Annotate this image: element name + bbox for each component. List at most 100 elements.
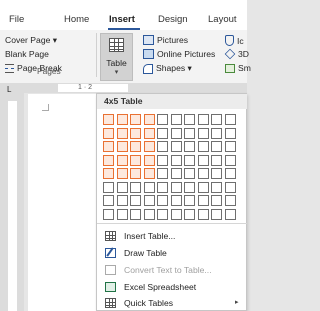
grid-cell[interactable] — [171, 141, 182, 152]
grid-cell[interactable] — [171, 155, 182, 166]
grid-cell[interactable] — [198, 114, 209, 125]
grid-cell-selected[interactable] — [144, 168, 155, 179]
grid-cell[interactable] — [130, 182, 141, 193]
grid-cell[interactable] — [225, 141, 236, 152]
grid-cell[interactable] — [198, 128, 209, 139]
grid-cell[interactable] — [184, 195, 195, 206]
grid-cell[interactable] — [198, 182, 209, 193]
grid-cell[interactable] — [211, 155, 222, 166]
smartart-button[interactable]: Sm — [225, 63, 251, 73]
blank-page-button[interactable]: Blank Page — [5, 49, 49, 154]
grid-cell[interactable] — [117, 209, 128, 220]
tab-home[interactable]: Home — [64, 14, 89, 25]
tab-insert[interactable]: Insert — [109, 14, 135, 25]
grid-cell[interactable] — [211, 128, 222, 139]
grid-cell[interactable] — [184, 168, 195, 179]
grid-cell[interactable] — [130, 195, 141, 206]
grid-cell-selected[interactable] — [130, 168, 141, 179]
grid-cell[interactable] — [184, 155, 195, 166]
grid-cell[interactable] — [103, 182, 114, 193]
grid-cell[interactable] — [171, 114, 182, 125]
grid-cell[interactable] — [184, 209, 195, 220]
online-pictures-button[interactable]: Online Pictures — [143, 49, 215, 59]
grid-cell[interactable] — [144, 195, 155, 206]
grid-cell[interactable] — [211, 114, 222, 125]
grid-cell[interactable] — [211, 209, 222, 220]
grid-cell[interactable] — [157, 155, 168, 166]
document-page[interactable] — [28, 94, 102, 311]
grid-cell[interactable] — [157, 209, 168, 220]
grid-cell[interactable] — [225, 128, 236, 139]
grid-cell[interactable] — [157, 182, 168, 193]
excel-spreadsheet-menu-item[interactable]: Excel Spreadsheet — [97, 279, 246, 295]
grid-cell-selected[interactable] — [130, 128, 141, 139]
grid-cell-selected[interactable] — [103, 141, 114, 152]
shapes-button[interactable]: Shapes ▾ — [143, 63, 192, 74]
grid-cell-selected[interactable] — [130, 141, 141, 152]
tab-layout[interactable]: Layout — [208, 14, 237, 25]
grid-cell[interactable] — [171, 195, 182, 206]
grid-cell-selected[interactable] — [103, 168, 114, 179]
grid-cell[interactable] — [144, 209, 155, 220]
grid-cell-selected[interactable] — [117, 155, 128, 166]
grid-cell[interactable] — [184, 141, 195, 152]
grid-cell[interactable] — [184, 114, 195, 125]
grid-cell[interactable] — [198, 209, 209, 220]
grid-cell[interactable] — [225, 155, 236, 166]
grid-cell[interactable] — [117, 182, 128, 193]
grid-cell[interactable] — [211, 182, 222, 193]
3d-models-button[interactable]: 3D — [224, 48, 249, 60]
grid-cell-selected[interactable] — [144, 114, 155, 125]
grid-cell[interactable] — [198, 168, 209, 179]
grid-cell[interactable] — [157, 114, 168, 125]
grid-cell[interactable] — [144, 182, 155, 193]
grid-cell-selected[interactable] — [144, 141, 155, 152]
grid-cell[interactable] — [225, 114, 236, 125]
grid-cell[interactable] — [211, 195, 222, 206]
tab-design[interactable]: Design — [158, 14, 188, 25]
grid-cell[interactable] — [198, 141, 209, 152]
grid-cell[interactable] — [184, 128, 195, 139]
grid-cell[interactable] — [117, 195, 128, 206]
grid-cell-selected[interactable] — [144, 155, 155, 166]
grid-cell[interactable] — [171, 209, 182, 220]
grid-cell-selected[interactable] — [130, 155, 141, 166]
grid-cell[interactable] — [157, 195, 168, 206]
table-button[interactable]: Table ▾ — [100, 33, 133, 81]
grid-cell[interactable] — [157, 168, 168, 179]
grid-cell-selected[interactable] — [117, 128, 128, 139]
grid-cell[interactable] — [225, 195, 236, 206]
draw-table-menu-item[interactable]: Draw Table — [97, 245, 246, 261]
grid-cell[interactable] — [198, 195, 209, 206]
grid-cell[interactable] — [211, 141, 222, 152]
grid-cell[interactable] — [171, 182, 182, 193]
tab-file[interactable]: File — [9, 14, 24, 25]
cover-page-button[interactable]: Cover Page ▾ — [5, 35, 57, 140]
grid-cell-selected[interactable] — [144, 128, 155, 139]
grid-cell-selected[interactable] — [103, 114, 114, 125]
grid-cell[interactable] — [225, 209, 236, 220]
grid-cell[interactable] — [225, 182, 236, 193]
grid-cell-selected[interactable] — [130, 114, 141, 125]
grid-cell[interactable] — [171, 128, 182, 139]
insert-table-menu-item[interactable]: Insert Table... — [97, 228, 246, 244]
grid-cell[interactable] — [171, 168, 182, 179]
grid-cell[interactable] — [103, 209, 114, 220]
grid-cell[interactable] — [211, 168, 222, 179]
grid-cell[interactable] — [103, 195, 114, 206]
grid-cell[interactable] — [157, 141, 168, 152]
grid-cell[interactable] — [130, 209, 141, 220]
quick-tables-menu-item[interactable]: Quick Tables ▸ — [97, 295, 246, 311]
grid-cell-selected[interactable] — [117, 114, 128, 125]
grid-cell-selected[interactable] — [103, 155, 114, 166]
grid-cell[interactable] — [157, 128, 168, 139]
grid-cell[interactable] — [198, 155, 209, 166]
pictures-button[interactable]: Pictures — [143, 35, 188, 45]
grid-cell-selected[interactable] — [103, 128, 114, 139]
grid-cell[interactable] — [225, 168, 236, 179]
icons-button[interactable]: Ic — [225, 35, 244, 46]
grid-cell-selected[interactable] — [117, 168, 128, 179]
grid-cell[interactable] — [184, 182, 195, 193]
tab-stop-selector[interactable]: L — [7, 85, 11, 94]
grid-cell-selected[interactable] — [117, 141, 128, 152]
